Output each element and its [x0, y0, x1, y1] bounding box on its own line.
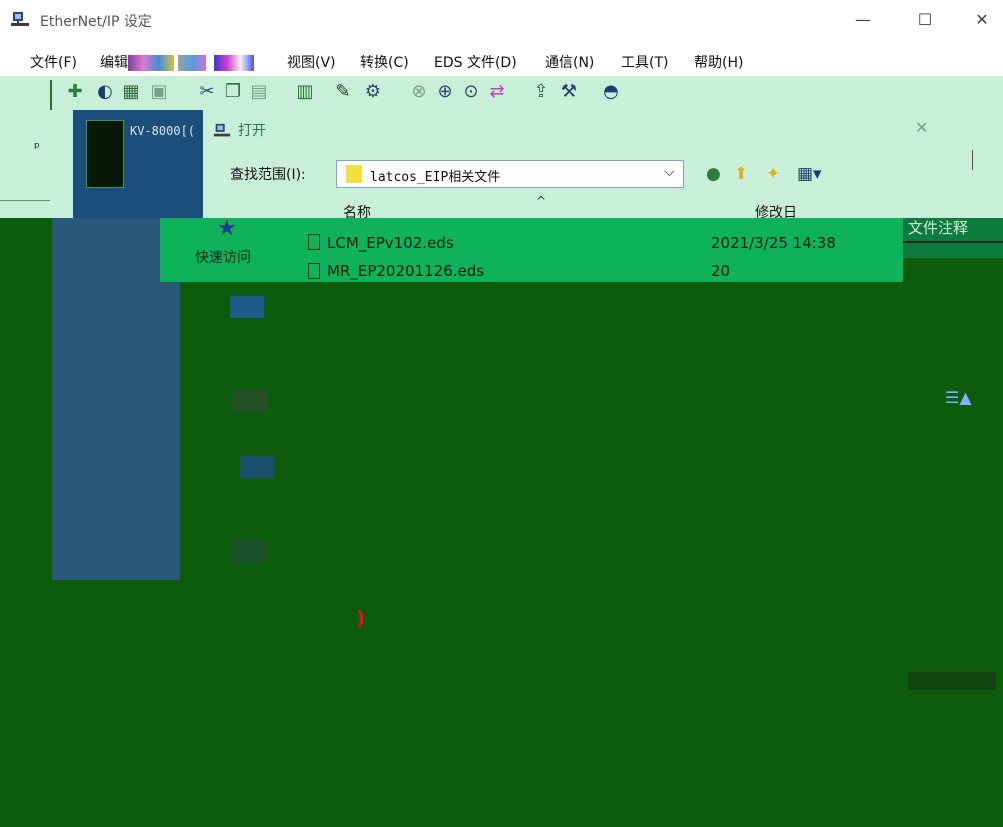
menu-communication[interactable]: 通信(N) — [545, 52, 594, 72]
properties-icon[interactable]: ⚙ — [362, 81, 384, 103]
render-artifact — [214, 55, 254, 71]
lookin-value: latcos_EIP相关文件 — [370, 170, 501, 185]
network-tree-panel — [0, 110, 73, 218]
new-folder-icon[interactable]: ✦ — [766, 164, 780, 184]
back-icon[interactable]: ● — [706, 164, 721, 184]
cut-icon[interactable]: ✂ — [196, 81, 218, 103]
plc-device-icon[interactable] — [86, 120, 124, 188]
upload-icon[interactable]: ⇪ — [530, 81, 552, 103]
menu-edit-label: 编辑 — [100, 55, 128, 71]
quick-access-label[interactable]: 快速访问 — [195, 247, 251, 267]
render-artifact — [178, 55, 206, 71]
menu-tools[interactable]: 工具(T) — [621, 52, 668, 72]
network-computer-icon — [10, 10, 30, 30]
lookin-label: 查找范围(I): — [230, 167, 306, 183]
render-artifact — [908, 672, 996, 690]
help-icon[interactable]: ◓ — [600, 81, 622, 103]
computer-icon — [240, 456, 274, 478]
right-panel — [946, 110, 1003, 218]
add-device-icon[interactable]: ✚ — [64, 81, 86, 103]
monitor-icon[interactable]: ⊙ — [460, 81, 482, 103]
file-date: 2021/3/25 14:38 — [711, 234, 836, 252]
online-icon[interactable]: ◐ — [94, 81, 116, 103]
render-artifact — [128, 55, 174, 71]
file-name[interactable]: LCM_EPv102.eds — [327, 234, 454, 252]
library-icon — [233, 390, 267, 412]
file-date: 20 — [711, 262, 731, 280]
device-icon[interactable]: ▣ — [148, 81, 170, 103]
menu-help[interactable]: 帮助(H) — [694, 52, 743, 72]
transfer-icon[interactable]: ⇄ — [486, 81, 508, 103]
view-menu-icon[interactable]: ▦▾ — [797, 164, 822, 184]
folder-icon — [346, 165, 362, 183]
minimize-button[interactable]: — — [843, 6, 883, 34]
filenote-column-label: 文件注释 — [908, 219, 969, 237]
network-config-icon[interactable]: ▥ — [294, 81, 316, 103]
menu-file[interactable]: 文件(F) — [30, 52, 77, 72]
menu-eds-file[interactable]: EDS 文件(D) — [434, 52, 517, 72]
chevron-down-icon[interactable]: ⌵ — [664, 164, 675, 180]
network-computer-icon — [213, 122, 231, 144]
dialog-close-button[interactable]: ✕ — [915, 118, 928, 137]
sort-ascending-icon: ^ — [536, 194, 547, 208]
divider — [0, 200, 50, 201]
dialog-title: 打开 — [238, 123, 266, 139]
device-label[interactable]: KV-8000[( — [130, 124, 195, 138]
file-name[interactable]: MR_EP20201126.eds — [327, 262, 484, 280]
file-icon — [308, 263, 320, 279]
toolbar-separator — [50, 80, 52, 110]
paste-icon[interactable]: ▤ — [248, 81, 270, 103]
pin-icon[interactable]: ᵖ — [34, 140, 40, 156]
file-icon — [308, 234, 320, 250]
disconnect-icon[interactable]: ⊗ — [408, 81, 430, 103]
edit-icon[interactable]: ✎ — [332, 81, 354, 103]
network-icon[interactable]: ▦ — [120, 81, 142, 103]
maximize-button[interactable]: ☐ — [905, 6, 945, 34]
search-icon[interactable]: ⊕ — [434, 81, 456, 103]
star-icon[interactable]: ★ — [217, 216, 237, 241]
render-artifact: ❫ — [352, 606, 369, 630]
network-icon — [232, 540, 266, 562]
divider — [972, 150, 973, 170]
desktop-icon — [230, 296, 264, 318]
menu-edit[interactable]: 编辑 — [100, 52, 254, 72]
copy-icon[interactable]: ❐ — [222, 81, 244, 103]
up-folder-icon[interactable]: ⬆ — [734, 164, 748, 184]
close-button[interactable]: ✕ — [962, 6, 1002, 34]
settings-icon[interactable]: ⚒ — [558, 81, 580, 103]
divider — [903, 241, 1003, 243]
render-artifact: ☰▲ — [945, 388, 972, 407]
menu-view[interactable]: 视图(V) — [287, 52, 336, 72]
menu-convert[interactable]: 转换(C) — [360, 52, 409, 72]
window-title: EtherNet/IP 设定 — [40, 14, 152, 30]
menu-bar: 文件(F) 编辑 视图(V) 转换(C) EDS 文件(D) 通信(N) 工具(… — [0, 42, 1003, 76]
